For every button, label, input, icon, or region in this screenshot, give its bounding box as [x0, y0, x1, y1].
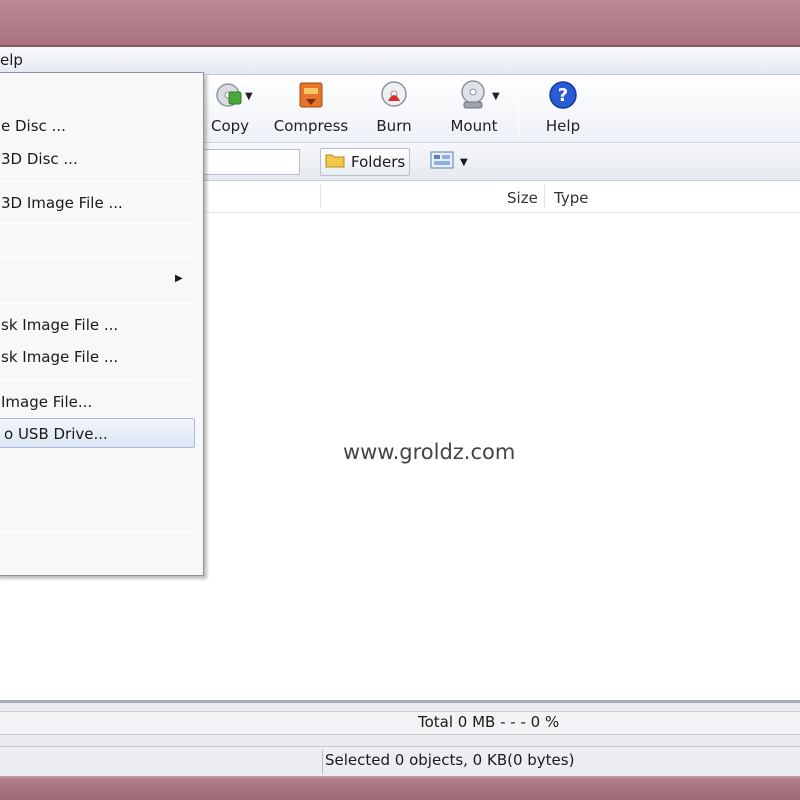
menu-item[interactable]: 3D Disc ...	[0, 144, 197, 174]
help-icon: ?	[546, 77, 580, 113]
submenu-arrow-icon: ▶	[175, 273, 183, 284]
burn-disc-icon	[377, 77, 411, 113]
status-bar: Selected 0 objects, 0 KB(0 bytes)	[0, 746, 800, 776]
toolbar-separator	[518, 81, 519, 137]
menu-separator	[0, 531, 197, 532]
status-text: Selected 0 objects, 0 KB(0 bytes)	[322, 750, 800, 774]
copy-label: Copy	[210, 117, 250, 135]
menu-separator	[0, 379, 197, 380]
menu-item[interactable]: 3D Image File ...	[0, 188, 197, 218]
menu-item-submenu[interactable]	[0, 263, 197, 293]
compress-icon	[294, 77, 328, 113]
view-icon	[430, 151, 454, 173]
menu-help[interactable]: elp	[0, 51, 23, 69]
column-divider	[544, 185, 545, 209]
copy-disc-icon	[213, 77, 247, 113]
menu-item[interactable]: Image File...	[0, 387, 197, 417]
window-frame-bottom	[0, 776, 800, 800]
mount-disc-icon	[457, 77, 491, 113]
progress-text: Total 0 MB - - - 0 %	[418, 713, 560, 731]
compress-label: Compress	[273, 117, 349, 135]
burn-label: Burn	[376, 117, 412, 135]
menu-item[interactable]: sk Image File ...	[0, 310, 197, 340]
menu-item[interactable]: sk Image File ...	[0, 342, 197, 372]
menu-item-highlighted[interactable]: o USB Drive...	[0, 418, 195, 448]
watermark-text: www.groldz.com	[343, 440, 516, 464]
address-field[interactable]	[200, 149, 300, 175]
burn-button[interactable]: Burn	[375, 77, 413, 141]
menu-bar: elp	[0, 47, 800, 75]
menu-separator	[0, 181, 197, 182]
dropdown-menu: e Disc ... 3D Disc ... 3D Image File ...…	[0, 72, 204, 576]
menu-separator	[0, 257, 197, 258]
folders-label: Folders	[351, 153, 406, 171]
help-label: Help	[545, 117, 581, 135]
column-type[interactable]: Type	[554, 189, 588, 207]
column-size[interactable]: Size	[507, 189, 538, 207]
compress-button[interactable]: Compress	[273, 77, 349, 141]
copy-dropdown-arrow-icon[interactable]: ▼	[245, 91, 253, 102]
menu-separator	[0, 223, 197, 224]
mount-label: Mount	[450, 117, 498, 135]
column-divider	[320, 185, 321, 209]
view-dropdown-arrow-icon: ▼	[460, 156, 468, 168]
menu-separator	[0, 303, 197, 304]
folder-icon	[325, 152, 345, 172]
folders-button[interactable]: Folders	[320, 148, 410, 176]
window-frame-top	[0, 0, 800, 47]
help-button[interactable]: ? Help	[544, 77, 582, 141]
copy-button[interactable]: Copy	[207, 77, 253, 141]
view-button[interactable]: ▼	[426, 148, 478, 176]
menu-item[interactable]: e Disc ...	[0, 111, 197, 141]
mount-button[interactable]: Mount	[450, 77, 498, 141]
svg-text:?: ?	[558, 85, 568, 106]
progress-bar	[0, 711, 800, 735]
progress-area: Total 0 MB - - - 0 %	[0, 700, 800, 746]
mount-dropdown-arrow-icon[interactable]: ▼	[492, 91, 500, 102]
